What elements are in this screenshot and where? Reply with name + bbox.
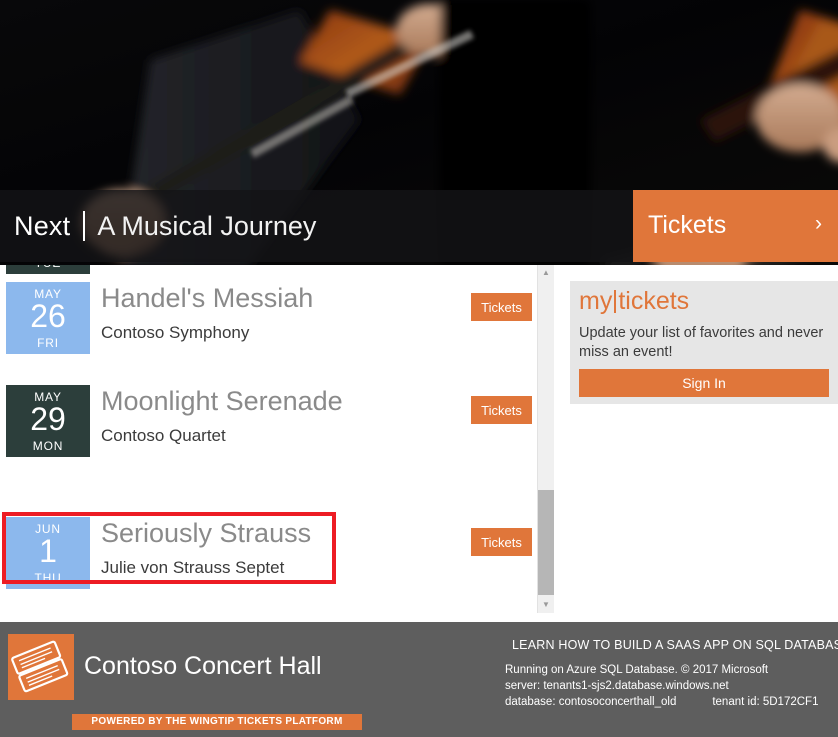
event-title: Seriously Strauss [101, 518, 312, 548]
my-tickets-panel: my tickets Update your list of favorites… [570, 281, 838, 404]
event-performer: Contoso Symphony [101, 323, 250, 342]
footer-tenant-id: tenant id: 5D172CF1 [712, 696, 819, 708]
event-list: TUE MAY 26 FRI Handel's Messiah Contoso … [0, 265, 537, 622]
my-tickets-logo: my tickets [579, 287, 689, 316]
date-tile: JUN 1 THU [6, 517, 90, 589]
scroll-down-icon[interactable]: ▼ [538, 597, 554, 613]
date-tile: TUE [6, 265, 90, 274]
my-tickets-logo-my: my [579, 287, 613, 315]
main-content: TUE MAY 26 FRI Handel's Messiah Contoso … [0, 265, 838, 622]
sign-in-button[interactable]: Sign In [579, 369, 829, 397]
date-tile: MAY 26 FRI [6, 282, 90, 354]
powered-by-banner: POWERED BY THE WINGTIP TICKETS PLATFORM [72, 714, 362, 730]
date-weekday: MON [32, 439, 64, 453]
footer-server: server: tenants1-sjs2.database.windows.n… [505, 680, 729, 692]
event-performer: Contoso Quartet [101, 426, 226, 445]
event-tickets-button[interactable]: Tickets [471, 396, 532, 424]
my-tickets-logo-tickets: tickets [618, 287, 690, 315]
date-day: 1 [39, 533, 57, 569]
date-weekday: FRI [37, 336, 59, 350]
event-title: Moonlight Serenade [101, 386, 343, 416]
event-tickets-button[interactable]: Tickets [471, 528, 532, 556]
hero-title-group: Next A Musical Journey [14, 190, 316, 262]
date-tile: MAY 29 MON [6, 385, 90, 457]
event-tickets-button[interactable]: Tickets [471, 293, 532, 321]
event-list-item[interactable]: MAY 29 MON Moonlight Serenade Contoso Qu… [0, 385, 537, 457]
date-weekday: TUE [6, 265, 90, 270]
hero-tickets-button[interactable]: Tickets › [633, 190, 838, 262]
event-list-item[interactable]: MAY 26 FRI Handel's Messiah Contoso Symp… [0, 282, 537, 354]
footer-metadata: Running on Azure SQL Database. © 2017 Mi… [505, 662, 818, 710]
my-tickets-logo-divider [614, 290, 617, 313]
date-day: 26 [30, 298, 66, 334]
hero-tickets-label: Tickets [648, 211, 727, 239]
event-title: Handel's Messiah [101, 283, 314, 313]
hero-divider [83, 211, 86, 241]
hero-featured-event-title: A Musical Journey [97, 210, 317, 241]
hero-next-label: Next [14, 210, 71, 241]
date-day: 29 [30, 401, 66, 437]
chevron-right-icon: › [815, 212, 822, 235]
footer-learn-more-link[interactable]: LEARN HOW TO BUILD A SAAS APP ON SQL DAT… [512, 638, 838, 652]
event-list-item-partial[interactable]: TUE [0, 265, 537, 274]
date-weekday: THU [34, 571, 62, 585]
hero-banner: Next A Musical Journey Tickets › [0, 0, 838, 265]
scrollbar-thumb[interactable] [538, 490, 554, 595]
my-tickets-description: Update your list of favorites and never … [579, 325, 824, 360]
event-list-scrollbar[interactable]: ▲ ▼ [537, 265, 554, 613]
footer-venue-name: Contoso Concert Hall [84, 652, 322, 680]
footer-db-line: database: contosoconcerthall_old tenant i… [505, 694, 818, 710]
footer-database: database: contosoconcerthall_old [505, 696, 677, 708]
footer-running-on: Running on Azure SQL Database. © 2017 Mi… [505, 664, 769, 676]
tickets-logo-icon [8, 634, 74, 700]
app-root: Next A Musical Journey Tickets › TUE [0, 0, 838, 737]
event-performer: Julie von Strauss Septet [101, 558, 285, 577]
event-list-item-selected[interactable]: JUN 1 THU Seriously Strauss Julie von St… [0, 517, 537, 589]
scroll-up-icon[interactable]: ▲ [538, 265, 554, 281]
